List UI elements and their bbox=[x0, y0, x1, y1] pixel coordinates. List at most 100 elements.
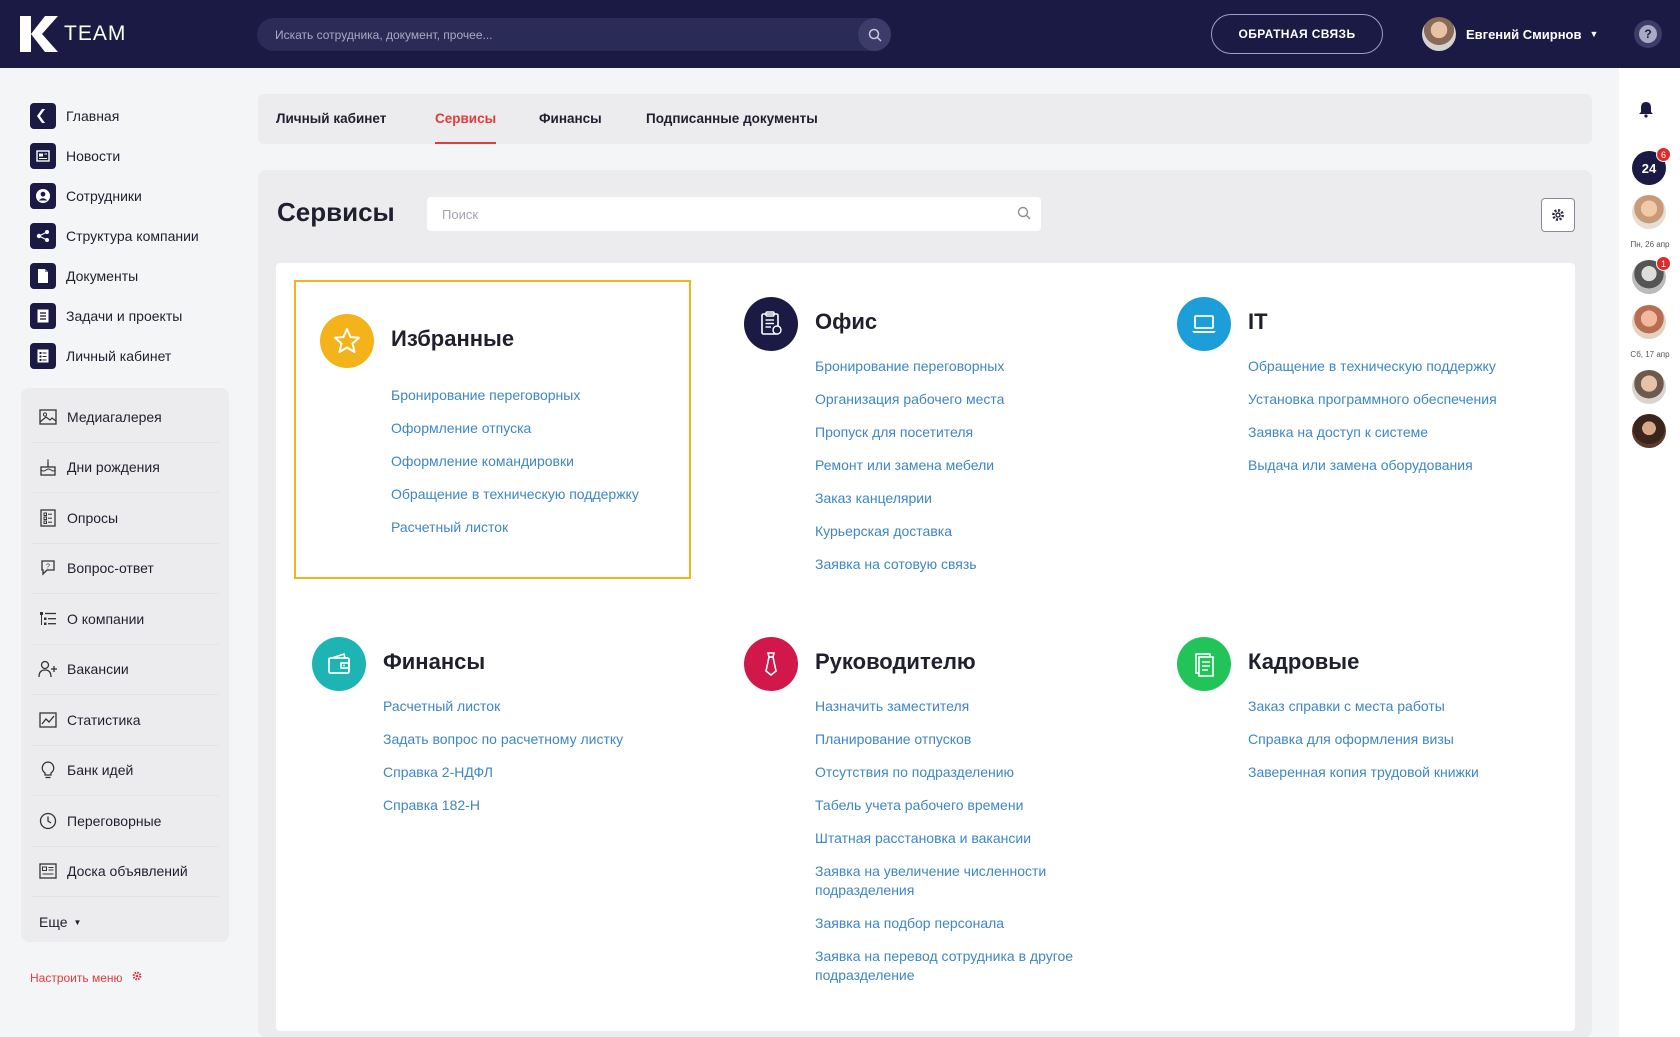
hr-doc-icon bbox=[1177, 637, 1231, 691]
tab-personal-cabinet[interactable]: Личный кабинет bbox=[276, 94, 386, 144]
global-search-input[interactable] bbox=[275, 18, 835, 51]
sidebar-item-tasks[interactable]: Задачи и проекты bbox=[30, 296, 240, 336]
sidebar-item-home[interactable]: Главная bbox=[30, 96, 240, 136]
tab-bar: Личный кабинет Сервисы Финансы Подписанн… bbox=[258, 94, 1592, 144]
category-title: Финансы bbox=[383, 649, 486, 674]
employees-icon bbox=[30, 183, 56, 209]
avatar[interactable] bbox=[1632, 414, 1666, 448]
sidebar-item-label: Новости bbox=[66, 148, 121, 164]
clock-icon bbox=[37, 810, 59, 832]
link-list: Бронирование переговорных Оформление отп… bbox=[391, 386, 681, 551]
search-icon bbox=[868, 28, 882, 42]
sidebar-item-vacancies[interactable]: Вакансии bbox=[31, 645, 219, 695]
service-link[interactable]: Курьерская доставка bbox=[815, 522, 1105, 541]
sidebar-item-documents[interactable]: Документы bbox=[30, 256, 240, 296]
search-button[interactable] bbox=[858, 18, 891, 51]
service-link[interactable]: Заявка на увеличение численности подразд… bbox=[815, 862, 1085, 900]
service-link[interactable]: Обращение в техническую поддержку bbox=[391, 485, 681, 504]
structure-icon bbox=[30, 223, 56, 249]
user-menu[interactable]: Евгений Смирнов ▼ bbox=[1422, 16, 1598, 52]
poll-icon bbox=[37, 507, 59, 529]
service-link[interactable]: Оформление отпуска bbox=[391, 419, 681, 438]
sidebar-item-cabinet[interactable]: Личный кабинет bbox=[30, 336, 240, 376]
service-link[interactable]: Заверенная копия трудовой книжки bbox=[1248, 763, 1548, 782]
search-icon[interactable] bbox=[1017, 206, 1031, 220]
date-label: Сб, 17 апр bbox=[1630, 350, 1670, 359]
avatar[interactable] bbox=[1632, 305, 1666, 339]
sidebar-item-faq[interactable]: ? Вопрос-ответ bbox=[31, 544, 219, 594]
service-link[interactable]: Заявка на доступ к системе bbox=[1248, 423, 1548, 442]
service-link[interactable]: Отсутствия по подразделению bbox=[815, 763, 1085, 782]
notification-badge: 1 bbox=[1656, 256, 1671, 271]
service-link[interactable]: Пропуск для посетителя bbox=[815, 423, 1105, 442]
service-link[interactable]: Оформление командировки bbox=[391, 452, 681, 471]
wallet-icon bbox=[312, 637, 366, 691]
service-link[interactable]: Ремонт или замена мебели bbox=[815, 456, 1105, 475]
configure-menu-link[interactable]: Настроить меню bbox=[30, 970, 143, 985]
faq-icon: ? bbox=[37, 557, 59, 579]
link-list: Бронирование переговорных Организация ра… bbox=[815, 357, 1105, 588]
services-search-input[interactable] bbox=[442, 197, 1002, 231]
sidebar-item-gallery[interactable]: Медиагалерея bbox=[31, 392, 219, 443]
more-menu-button[interactable]: Еще ▼ bbox=[39, 897, 219, 947]
service-link[interactable]: Штатная расстановка и вакансии bbox=[815, 829, 1085, 848]
more-label: Еще bbox=[39, 914, 68, 930]
service-link[interactable]: Заявка на перевод сотрудника в другое по… bbox=[815, 947, 1085, 985]
feedback-button[interactable]: ОБРАТНАЯ СВЯЗЬ bbox=[1211, 14, 1383, 54]
category-title: Руководителю bbox=[815, 649, 976, 674]
sidebar-item-stats[interactable]: Статистика bbox=[31, 695, 219, 746]
help-button[interactable]: ? bbox=[1634, 20, 1662, 48]
caret-down-icon: ▼ bbox=[1589, 29, 1599, 39]
service-link[interactable]: Справка 182-Н bbox=[383, 796, 673, 815]
avatar[interactable] bbox=[1632, 195, 1666, 229]
service-link[interactable]: Табель учета рабочего времени bbox=[815, 796, 1085, 815]
gear-icon bbox=[131, 970, 143, 985]
tab-services[interactable]: Сервисы bbox=[435, 94, 497, 144]
sidebar-item-birthdays[interactable]: Дни рождения bbox=[31, 443, 219, 493]
service-link[interactable]: Заказ канцелярии bbox=[815, 489, 1105, 508]
sidebar-item-label: Опросы bbox=[67, 509, 119, 526]
sidebar-item-news[interactable]: Новости bbox=[30, 136, 240, 176]
service-link[interactable]: Бронирование переговорных bbox=[815, 357, 1105, 376]
news-icon bbox=[30, 143, 56, 169]
tab-finance[interactable]: Финансы bbox=[539, 94, 602, 144]
logo-text: TEAM bbox=[64, 22, 127, 45]
services-settings-button[interactable] bbox=[1541, 198, 1575, 232]
service-link[interactable]: Заказ справки с места работы bbox=[1248, 697, 1548, 716]
service-link[interactable]: Назначить заместителя bbox=[815, 697, 1085, 716]
sidebar-item-about[interactable]: О компании bbox=[31, 594, 219, 645]
service-link[interactable]: Справка 2-НДФЛ bbox=[383, 763, 673, 782]
sidebar-item-board[interactable]: Доска объявлений bbox=[31, 847, 219, 897]
cabinet-icon bbox=[30, 343, 56, 369]
service-link[interactable]: Установка программного обеспечения bbox=[1248, 390, 1548, 409]
category-title: Избранные bbox=[391, 326, 515, 351]
stats-icon bbox=[37, 709, 59, 731]
tasks-icon bbox=[30, 303, 56, 329]
service-link[interactable]: Задать вопрос по расчетному листку bbox=[383, 730, 673, 749]
bell-icon[interactable] bbox=[1638, 100, 1654, 118]
category-title: Кадровые bbox=[1248, 649, 1360, 674]
cake-icon bbox=[37, 456, 59, 478]
service-link[interactable]: Выдача или замена оборудования bbox=[1248, 456, 1548, 475]
caret-down-icon: ▼ bbox=[73, 917, 82, 927]
service-link[interactable]: Заявка на сотовую связь bbox=[815, 555, 1105, 574]
main-nav: Главная Новости Сотрудники Структура ком… bbox=[30, 96, 240, 376]
sidebar-item-ideas[interactable]: Банк идей bbox=[31, 746, 219, 796]
sidebar-item-label: Личный кабинет bbox=[66, 348, 172, 364]
service-link[interactable]: Планирование отпусков bbox=[815, 730, 1085, 749]
sidebar-item-meeting-rooms[interactable]: Переговорные bbox=[31, 796, 219, 847]
service-link[interactable]: Справка для оформления визы bbox=[1248, 730, 1548, 749]
service-link[interactable]: Организация рабочего места bbox=[815, 390, 1105, 409]
avatar[interactable] bbox=[1632, 370, 1666, 404]
service-link[interactable]: Заявка на подбор персонала bbox=[815, 914, 1085, 933]
service-link[interactable]: Расчетный листок bbox=[391, 518, 681, 537]
logo[interactable]: TEAM bbox=[20, 16, 126, 52]
service-link[interactable]: Расчетный листок bbox=[383, 697, 673, 716]
service-link[interactable]: Бронирование переговорных bbox=[391, 386, 681, 405]
service-link[interactable]: Обращение в техническую поддержку bbox=[1248, 357, 1548, 376]
extra-nav: Медиагалерея Дни рождения Опросы ? Вопро… bbox=[21, 388, 229, 942]
sidebar-item-structure[interactable]: Структура компании bbox=[30, 216, 240, 256]
sidebar-item-employees[interactable]: Сотрудники bbox=[30, 176, 240, 216]
sidebar-item-polls[interactable]: Опросы bbox=[31, 493, 219, 544]
tab-signed-documents[interactable]: Подписанные документы bbox=[646, 94, 818, 144]
